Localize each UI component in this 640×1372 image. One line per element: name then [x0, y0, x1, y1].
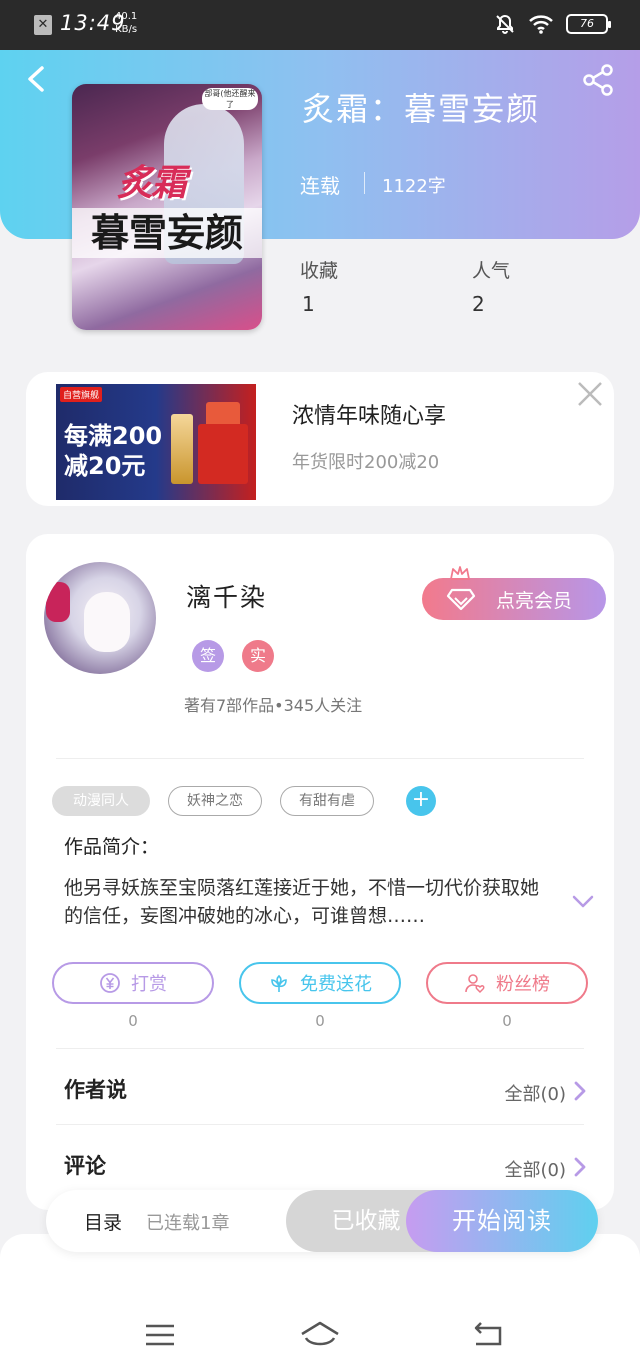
vip-button[interactable]: 点亮会员 [422, 566, 606, 620]
tag-item[interactable]: 动漫同人 [52, 786, 150, 816]
tip-count: 0 [128, 1012, 138, 1030]
tip-button[interactable]: 打赏 [52, 962, 214, 1004]
bottom-action-bar: 目录 已连载1章 已收藏 开始阅读 [46, 1190, 598, 1252]
book-word-count: 1122字 [382, 176, 446, 197]
tip-button-label: 打赏 [131, 974, 167, 995]
tag-item[interactable]: 有甜有虐 [280, 786, 374, 816]
chevron-right-icon[interactable] [572, 1156, 588, 1178]
ad-title: 浓情年味随心享 [292, 404, 447, 429]
chevron-down-icon[interactable] [570, 888, 596, 914]
status-divider [364, 172, 365, 194]
add-tag-button[interactable]: + [406, 786, 436, 816]
menu-icon[interactable] [140, 1318, 180, 1352]
ad-image[interactable]: 自营旗舰 每满200 减20元 [56, 384, 256, 500]
ad-image-line2: 减20元 [64, 452, 146, 480]
share-icon[interactable] [580, 62, 616, 98]
speed-unit: KB/s [115, 24, 138, 35]
app-notification-icon: ✕ [34, 15, 52, 35]
author-card: 漓千染 签 实 著有7部作品•345人关注 点亮会员 动漫同人 妖神之恋 有甜有… [26, 534, 614, 1210]
ad-logo: 自营旗舰 [60, 387, 103, 402]
network-speed: 40.1 KB/s [115, 10, 137, 36]
intro-label: 作品简介： [64, 836, 160, 858]
stat-value-favorites: 1 [302, 292, 315, 316]
flower-count: 0 [315, 1012, 325, 1030]
avatar-face [84, 592, 130, 652]
author-notes-value[interactable]: 全部(0) [505, 1080, 567, 1106]
home-icon[interactable] [298, 1318, 342, 1352]
crown-icon [450, 566, 470, 580]
avatar-art [46, 582, 70, 622]
book-cover[interactable]: 部哥(他还醒来了 炙霜 暮雪妄颜 [72, 84, 262, 330]
cover-red-title: 炙霜 [117, 163, 187, 204]
book-title: 炙霜：暮雪妄颜 [302, 90, 541, 128]
chevron-right-icon[interactable] [572, 1080, 588, 1102]
close-icon[interactable] [574, 378, 606, 410]
fan-ranking-button[interactable]: 粉丝榜 [426, 962, 588, 1004]
divider [56, 1124, 584, 1125]
stat-label-popularity: 人气 [472, 260, 511, 282]
intro-text: 他另寻妖族至宝陨落红莲接近于她，不惜一切代价获取她的信任，妄图冲破她的冰心，可谁… [64, 877, 540, 927]
stat-label-favorites: 收藏 [300, 260, 339, 282]
author-info: 著有7部作品•345人关注 [184, 696, 363, 715]
speed-value: 40.1 [115, 11, 138, 22]
cover-title: 暮雪妄颜 [72, 208, 262, 258]
divider [56, 1048, 584, 1049]
fan-ranking-count: 0 [502, 1012, 512, 1030]
cover-speech-bubble: 部哥(他还醒来了 [202, 88, 258, 110]
fan-ranking-label: 粉丝榜 [496, 974, 550, 995]
book-status: 连载 [300, 174, 340, 198]
start-reading-button[interactable]: 开始阅读 [406, 1190, 598, 1252]
battery-icon: 76 [566, 14, 611, 34]
status-icons: 76 [494, 13, 611, 35]
toc-button[interactable]: 目录 [84, 1208, 122, 1235]
ad-subtitle: 年货限时200减20 [292, 452, 440, 473]
toc-chapter-count[interactable]: 已连载1章 [146, 1209, 229, 1235]
comments-value[interactable]: 全部(0) [505, 1156, 567, 1182]
comments-label[interactable]: 评论 [64, 1150, 106, 1180]
stat-value-popularity: 2 [472, 292, 485, 316]
author-name[interactable]: 漓千染 [186, 578, 267, 614]
mute-bell-icon [496, 14, 514, 34]
tag-item[interactable]: 妖神之恋 [168, 786, 262, 816]
author-notes-label[interactable]: 作者说 [64, 1074, 127, 1104]
send-flower-button[interactable]: 免费送花 [239, 962, 401, 1004]
author-avatar[interactable] [44, 562, 156, 674]
ad-bottle-icon [171, 414, 193, 484]
flower-icon [271, 974, 287, 992]
diamond-icon [446, 588, 476, 611]
wifi-icon [529, 15, 553, 34]
signed-badge: 签 [192, 640, 224, 672]
back-nav-icon[interactable] [468, 1318, 508, 1352]
status-bar: ✕ 13:49 40.1 KB/s 76 [0, 0, 640, 50]
divider [56, 758, 584, 759]
vip-button-label: 点亮会员 [496, 589, 573, 612]
send-flower-label: 免费送花 [300, 974, 372, 995]
yuan-coin-icon [100, 973, 120, 993]
ad-card[interactable]: 自营旗舰 每满200 减20元 浓情年味随心享 年货限时200减20 [26, 372, 614, 506]
verified-badge: 实 [242, 640, 274, 672]
system-nav-bar [0, 1234, 640, 1372]
back-arrow-icon[interactable] [22, 62, 52, 96]
user-heart-icon [465, 974, 485, 994]
ad-product-box-icon [198, 424, 248, 484]
